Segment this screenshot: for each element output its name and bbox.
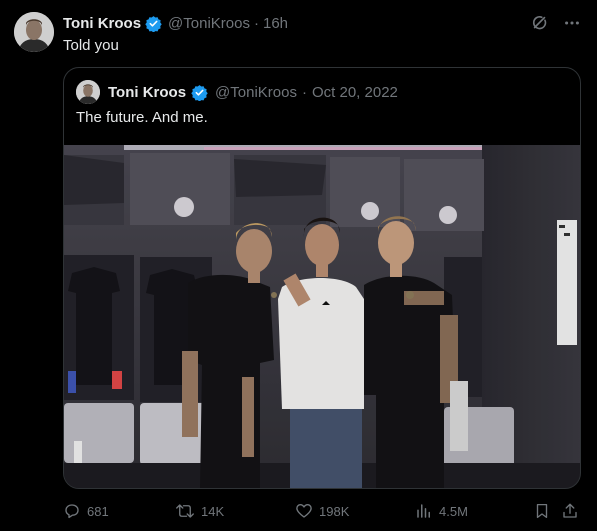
bookmark-icon bbox=[536, 503, 548, 519]
quoted-photo[interactable] bbox=[64, 145, 580, 488]
separator-dot: · bbox=[253, 14, 259, 32]
like-button[interactable]: 198K bbox=[295, 500, 349, 522]
quoted-author-avatar[interactable] bbox=[76, 80, 100, 104]
quoted-tweet[interactable]: Toni Kroos @ToniKroos · Oct 20, 2022 The… bbox=[63, 67, 581, 489]
views-button[interactable]: 4.5M bbox=[415, 500, 468, 522]
author-name[interactable]: Toni Kroos bbox=[63, 15, 141, 32]
quoted-text: The future. And me. bbox=[76, 109, 208, 126]
reply-button[interactable]: 681 bbox=[63, 500, 109, 522]
tweet-time[interactable]: 16h bbox=[263, 15, 288, 32]
quoted-date[interactable]: Oct 20, 2022 bbox=[312, 84, 398, 101]
separator-dot: · bbox=[301, 83, 307, 101]
verified-badge-icon[interactable] bbox=[191, 84, 208, 101]
quoted-author-handle[interactable]: @ToniKroos bbox=[215, 84, 297, 101]
more-icon[interactable] bbox=[563, 14, 581, 32]
reply-count: 681 bbox=[87, 503, 109, 519]
reply-icon bbox=[65, 504, 79, 519]
views-count: 4.5M bbox=[439, 503, 468, 519]
like-count: 198K bbox=[319, 503, 350, 519]
share-icon bbox=[563, 503, 577, 518]
tweet: Toni Kroos @ToniKroos · 16h Told you Ton… bbox=[0, 0, 597, 531]
tweet-text: Told you bbox=[63, 37, 119, 54]
author-avatar[interactable] bbox=[14, 12, 54, 52]
like-icon bbox=[296, 504, 312, 518]
quoted-author-name[interactable]: Toni Kroos bbox=[108, 84, 186, 101]
quoted-header: Toni Kroos @ToniKroos · Oct 20, 2022 bbox=[76, 80, 398, 104]
retweet-icon bbox=[176, 504, 194, 518]
bookmark-button[interactable] bbox=[533, 500, 551, 522]
views-icon bbox=[417, 504, 430, 518]
retweet-count: 14K bbox=[201, 503, 225, 519]
share-button[interactable] bbox=[561, 500, 579, 522]
retweet-button[interactable]: 14K bbox=[175, 500, 224, 522]
grok-icon[interactable] bbox=[531, 14, 549, 32]
top-actions bbox=[531, 14, 581, 32]
tweet-header: Toni Kroos @ToniKroos · 16h bbox=[63, 13, 288, 33]
verified-badge-icon[interactable] bbox=[145, 15, 162, 32]
author-handle[interactable]: @ToniKroos bbox=[168, 15, 250, 32]
action-bar: 681 14K 198K 4.5M bbox=[63, 500, 581, 522]
